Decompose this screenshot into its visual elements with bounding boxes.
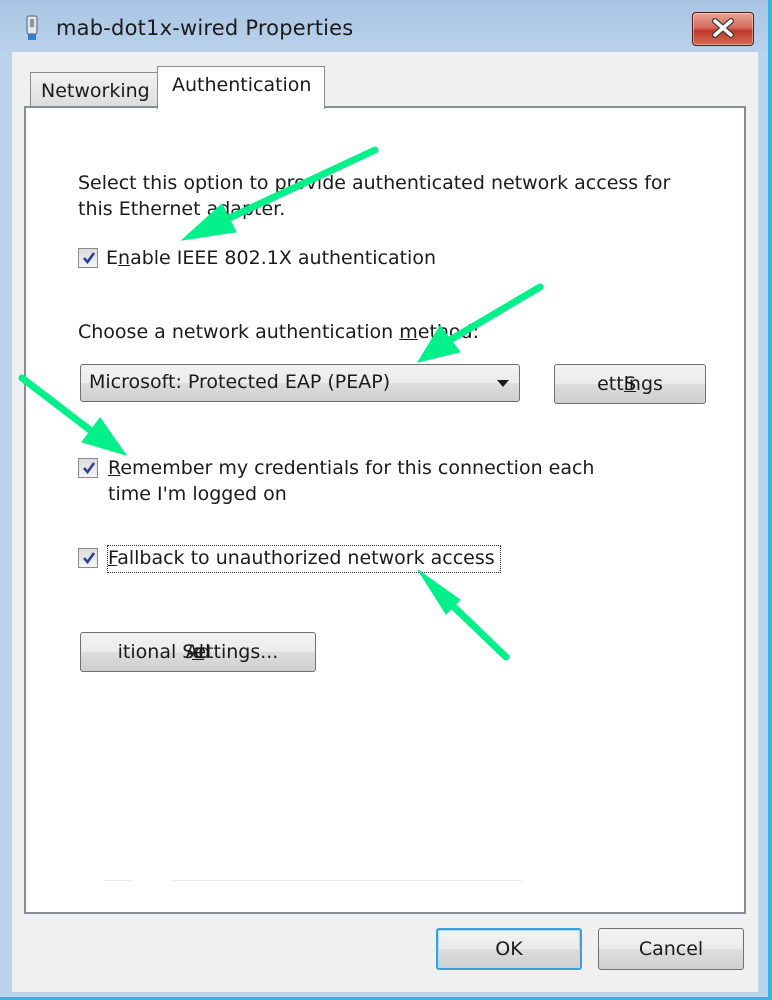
settings-button[interactable]: Settings [554,364,706,404]
remember-credentials-label[interactable]: Remember my credentials for this connect… [108,455,594,481]
tab-networking-label: Networking [41,80,150,102]
fallback-label[interactable]: Fallback to unauthorized network access [108,545,495,571]
remember-credentials-label-line-2[interactable]: time I'm logged on [108,481,287,507]
auth-method-label: Choose a network authentication method: [78,321,480,343]
auth-method-value: Microsoft: Protected EAP (PEAP) [89,371,391,393]
close-button[interactable] [692,12,754,46]
enable-8021x-label[interactable]: Enable IEEE 802.1X authentication [106,245,436,271]
tab-authentication-label: Authentication [172,74,312,96]
description-line-1: Select this option to provide authentica… [78,172,671,194]
remember-credentials-checkbox[interactable] [78,458,98,478]
close-icon [712,18,734,38]
checkmark-icon [83,462,96,475]
auth-method-dropdown[interactable]: Microsoft: Protected EAP (PEAP) [80,364,520,402]
chevron-down-icon [497,380,509,387]
divider [170,880,522,881]
ok-button[interactable]: OK [436,928,582,970]
cancel-button[interactable]: Cancel [598,928,744,970]
checkmark-icon [83,252,96,265]
description-line-2: this Ethernet adapter. [78,198,286,220]
tab-networking[interactable]: Networking [30,72,158,107]
additional-settings-button[interactable]: Ad d itional Settings... [80,632,316,672]
dialog-client-area: Networking Authentication Select this op… [12,52,758,992]
checkmark-icon [83,552,96,565]
fallback-checkbox[interactable] [78,548,98,568]
enable-8021x-checkbox[interactable] [78,248,98,268]
authentication-panel: Select this option to provide authentica… [24,106,746,914]
properties-dialog: mab-dot1x-wired Properties Networking Au… [0,0,772,1000]
network-adapter-icon [26,15,38,40]
divider [104,880,134,881]
tab-authentication[interactable]: Authentication [157,66,325,109]
window-title: mab-dot1x-wired Properties [56,16,354,40]
